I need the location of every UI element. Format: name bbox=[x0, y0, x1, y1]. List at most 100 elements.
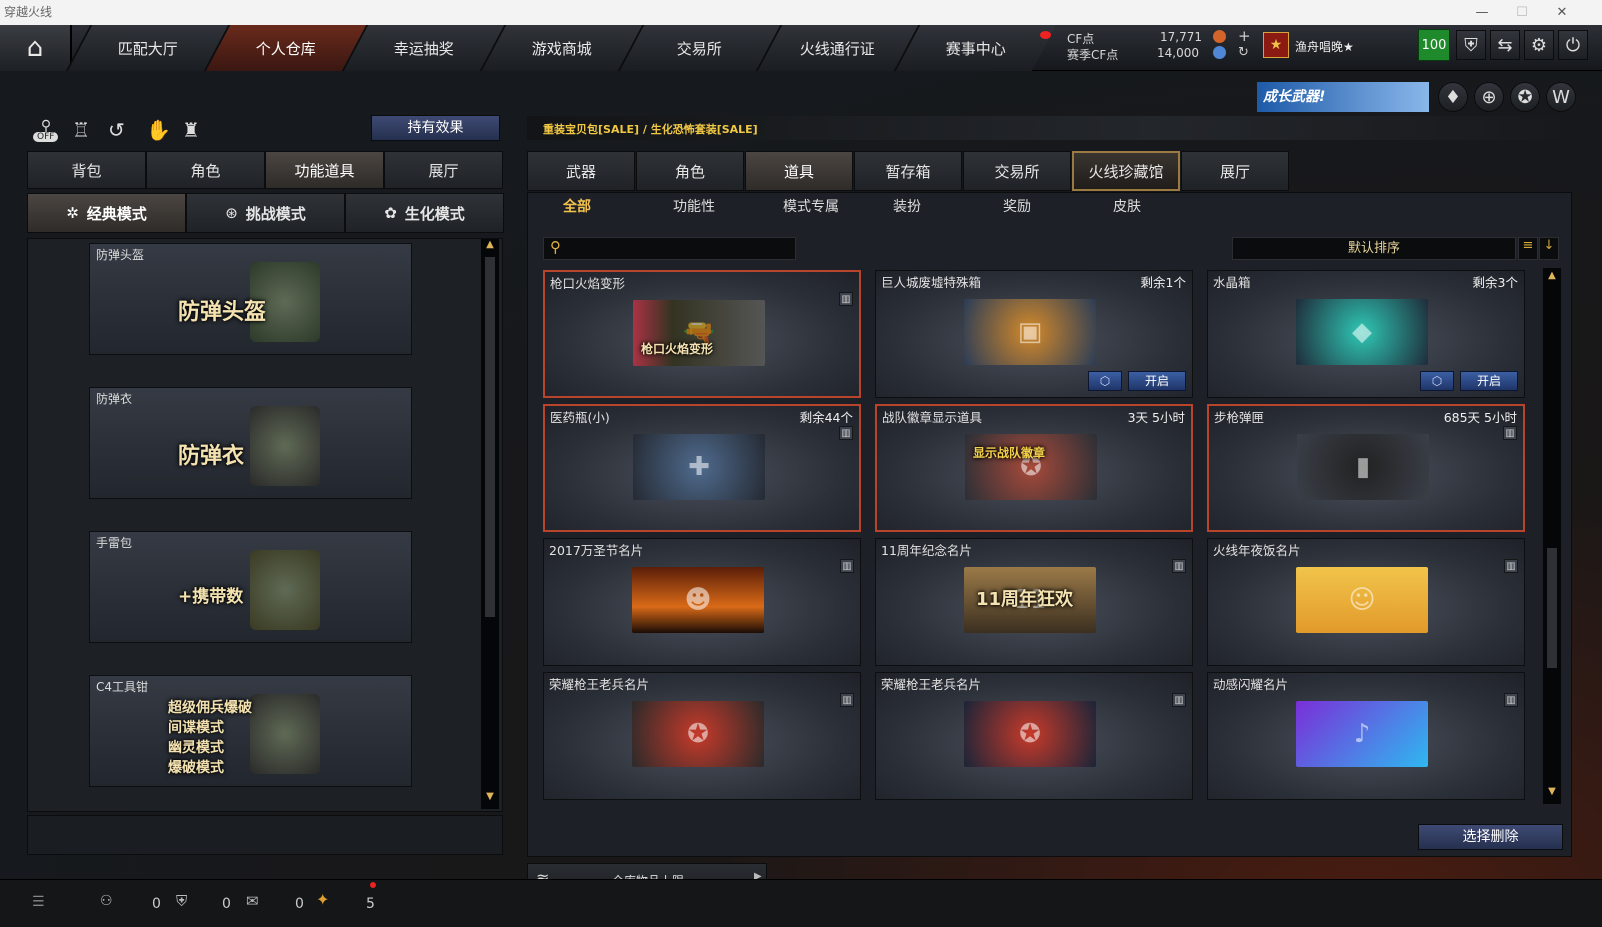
grid-scroll-up-icon[interactable]: ▲ bbox=[1543, 270, 1561, 281]
subtab-1[interactable]: 功能性 bbox=[673, 196, 715, 216]
clan-icon[interactable]: ⛨ bbox=[176, 892, 187, 910]
trash-icon[interactable]: ▥ bbox=[839, 426, 853, 440]
subtab-4[interactable]: 奖励 bbox=[1003, 196, 1031, 216]
mode-tab-1[interactable]: ⊛ 挑战模式 bbox=[186, 193, 345, 233]
inventory-item[interactable]: 步枪弹匣 685天 5小时 ▮ ▥ bbox=[1207, 404, 1525, 532]
scroll-up-icon[interactable]: ▲ bbox=[481, 239, 499, 253]
item-thumbnail: ☺ bbox=[1296, 567, 1428, 633]
inventory-item[interactable]: 动感闪耀名片 ♪ ▥ bbox=[1207, 672, 1525, 800]
delete-select-button[interactable]: 选择删除 bbox=[1418, 824, 1563, 850]
scroll-thumb[interactable] bbox=[485, 257, 495, 617]
inventory-item[interactable]: 战队徽章显示道具 3天 5小时 ✪ 显示战队徽章 bbox=[875, 404, 1193, 532]
trash-icon[interactable]: ▥ bbox=[840, 559, 854, 573]
search-input[interactable]: ⚲ bbox=[543, 237, 796, 260]
minimize-button[interactable]: — bbox=[1462, 0, 1502, 25]
medal-icon[interactable]: ✪ bbox=[1510, 82, 1540, 112]
left-tab-0[interactable]: 背包 bbox=[27, 151, 146, 189]
hand-icon[interactable]: ✋ bbox=[146, 118, 171, 142]
subtab-0[interactable]: 全部 bbox=[563, 196, 591, 216]
right-tab-2[interactable]: 道具 bbox=[745, 151, 853, 191]
left-tab-2[interactable]: 功能道具 bbox=[265, 151, 384, 189]
power-icon[interactable]: ⏻ bbox=[1558, 30, 1588, 60]
trash-icon[interactable]: ▥ bbox=[1504, 693, 1518, 707]
open-button[interactable]: 开启 bbox=[1460, 371, 1518, 391]
friends-icon[interactable]: ⚇ bbox=[100, 893, 113, 909]
item-name: 水晶箱 bbox=[1213, 275, 1251, 290]
sort-direction-icon[interactable]: ↓ bbox=[1539, 237, 1559, 260]
nav-tab-3[interactable]: 游戏商城 bbox=[479, 25, 643, 71]
inventory-item[interactable]: 巨人城废墟特殊箱 剩余1个 ▣ ⬡ 开启 bbox=[875, 270, 1193, 398]
subtab-5[interactable]: 皮肤 bbox=[1113, 196, 1141, 216]
subtab-2[interactable]: 模式专属 bbox=[783, 196, 839, 216]
inventory-item[interactable]: 医药瓶(小) 剩余44个 ✚ ▥ bbox=[543, 404, 861, 532]
mode-tab-2[interactable]: ✿ 生化模式 bbox=[345, 193, 504, 233]
scroll-down-icon[interactable]: ▼ bbox=[481, 791, 499, 805]
right-tab-5[interactable]: 火线珍藏馆 bbox=[1072, 151, 1180, 191]
sort-dropdown[interactable]: 默认排序 bbox=[1232, 237, 1516, 260]
inventory-item[interactable]: 2017万圣节名片 ☻ ▥ bbox=[543, 538, 861, 666]
shield-icon[interactable]: ⛨ bbox=[1456, 30, 1486, 60]
right-tab-0[interactable]: 武器 bbox=[527, 151, 635, 191]
left-scrollbar[interactable]: ▲ ▼ bbox=[481, 239, 499, 809]
sale-banner[interactable]: 重装宝贝包[SALE] / 生化恐怖套装[SALE] bbox=[527, 116, 1567, 140]
trash-icon[interactable]: ▥ bbox=[840, 693, 854, 707]
inventory-item[interactable]: 枪口火焰变形 🔫 枪口火焰变形 ▥ bbox=[543, 270, 861, 398]
chat-icon[interactable]: ✉ bbox=[246, 892, 259, 910]
nav-tab-4[interactable]: 交易所 bbox=[617, 25, 781, 71]
left-item-card[interactable]: C4工具钳 超级佣兵爆破 间谍模式 幽灵模式 爆破模式 bbox=[89, 675, 412, 787]
globe-icon[interactable]: ⊕ bbox=[1474, 82, 1504, 112]
open-button[interactable]: 开启 bbox=[1128, 371, 1186, 391]
grid-scroll-thumb[interactable] bbox=[1547, 548, 1557, 668]
left-tab-1[interactable]: 角色 bbox=[146, 151, 265, 189]
left-tab-3[interactable]: 展厅 bbox=[384, 151, 503, 189]
inventory-item[interactable]: 荣耀枪王老兵名片 ✪ ▥ bbox=[543, 672, 861, 800]
switch-icon[interactable]: ⇆ bbox=[1490, 30, 1520, 60]
grid-scroll-down-icon[interactable]: ▼ bbox=[1543, 786, 1561, 797]
subtab-3[interactable]: 装扮 bbox=[893, 196, 921, 216]
right-tab-1[interactable]: 角色 bbox=[636, 151, 744, 191]
menu-icon[interactable]: ☰ bbox=[32, 894, 45, 910]
nav-tab-6[interactable]: 赛事中心 bbox=[893, 25, 1057, 71]
trash-icon[interactable]: ▥ bbox=[1172, 693, 1186, 707]
right-tab-4[interactable]: 交易所 bbox=[963, 151, 1071, 191]
inventory-item[interactable]: 水晶箱 剩余3个 ◆ ⬡ 开启 bbox=[1207, 270, 1525, 398]
grid-scrollbar[interactable]: ▲ ▼ bbox=[1543, 268, 1561, 804]
trash-icon[interactable]: ▥ bbox=[1504, 559, 1518, 573]
vip-icon[interactable]: ♦ bbox=[1438, 82, 1468, 112]
add-cf-icon[interactable]: + bbox=[1238, 27, 1251, 45]
mode-tab-0[interactable]: ✲ 经典模式 bbox=[27, 193, 186, 233]
left-item-card[interactable]: 防弹头盔 防弹头盔 bbox=[89, 243, 412, 355]
left-item-card[interactable]: 防弹衣 防弹衣 bbox=[89, 387, 412, 499]
nav-tab-2[interactable]: 幸运抽奖 bbox=[341, 25, 505, 71]
maximize-button[interactable]: ☐ bbox=[1502, 0, 1542, 25]
list-view-icon[interactable]: ≡ bbox=[1518, 237, 1538, 260]
gift-bar-icon[interactable]: ♖ bbox=[72, 118, 90, 142]
nav-tab-1[interactable]: 个人仓库 bbox=[203, 25, 367, 71]
nav-tab-5[interactable]: 火线通行证 bbox=[755, 25, 919, 71]
home-icon[interactable]: ⌂ bbox=[0, 25, 72, 71]
trash-icon[interactable]: ▥ bbox=[1172, 559, 1186, 573]
right-tab-3[interactable]: 暂存箱 bbox=[854, 151, 962, 191]
level-badge[interactable]: 100 bbox=[1418, 29, 1450, 61]
item-thumbnail: ▣ bbox=[964, 299, 1096, 365]
nav-tab-0[interactable]: 匹配大厅 bbox=[65, 25, 229, 71]
refresh-icon[interactable]: ↻ bbox=[1238, 45, 1249, 60]
left-item-card[interactable]: 手雷包 +携带数 bbox=[89, 531, 412, 643]
promo-banner[interactable]: 成长武器! bbox=[1257, 82, 1429, 112]
close-button[interactable]: ✕ bbox=[1542, 0, 1582, 25]
cube-icon[interactable]: ⬡ bbox=[1088, 371, 1122, 391]
inventory-item[interactable]: 火线年夜饭名片 ☺ ▥ bbox=[1207, 538, 1525, 666]
gear-icon[interactable]: ⚙ bbox=[1524, 30, 1554, 60]
inventory-item[interactable]: 荣耀枪王老兵名片 ✪ ▥ bbox=[875, 672, 1193, 800]
bag-icon[interactable]: ♜ bbox=[182, 118, 200, 142]
gift-icon[interactable]: ✦ bbox=[316, 890, 329, 909]
effects-button[interactable]: 持有效果 bbox=[371, 115, 500, 141]
history-icon[interactable]: ↺ bbox=[108, 118, 125, 142]
cube-icon[interactable]: ⬡ bbox=[1420, 371, 1454, 391]
trash-icon[interactable]: ▥ bbox=[839, 292, 853, 306]
username[interactable]: 渔舟唱晚★ bbox=[1295, 38, 1354, 55]
inventory-item[interactable]: 11周年纪念名片 11 11周年狂欢 ▥ bbox=[875, 538, 1193, 666]
trash-icon[interactable]: ▥ bbox=[1503, 426, 1517, 440]
w-logo-icon[interactable]: W bbox=[1546, 82, 1576, 112]
right-tab-6[interactable]: 展厅 bbox=[1181, 151, 1289, 191]
